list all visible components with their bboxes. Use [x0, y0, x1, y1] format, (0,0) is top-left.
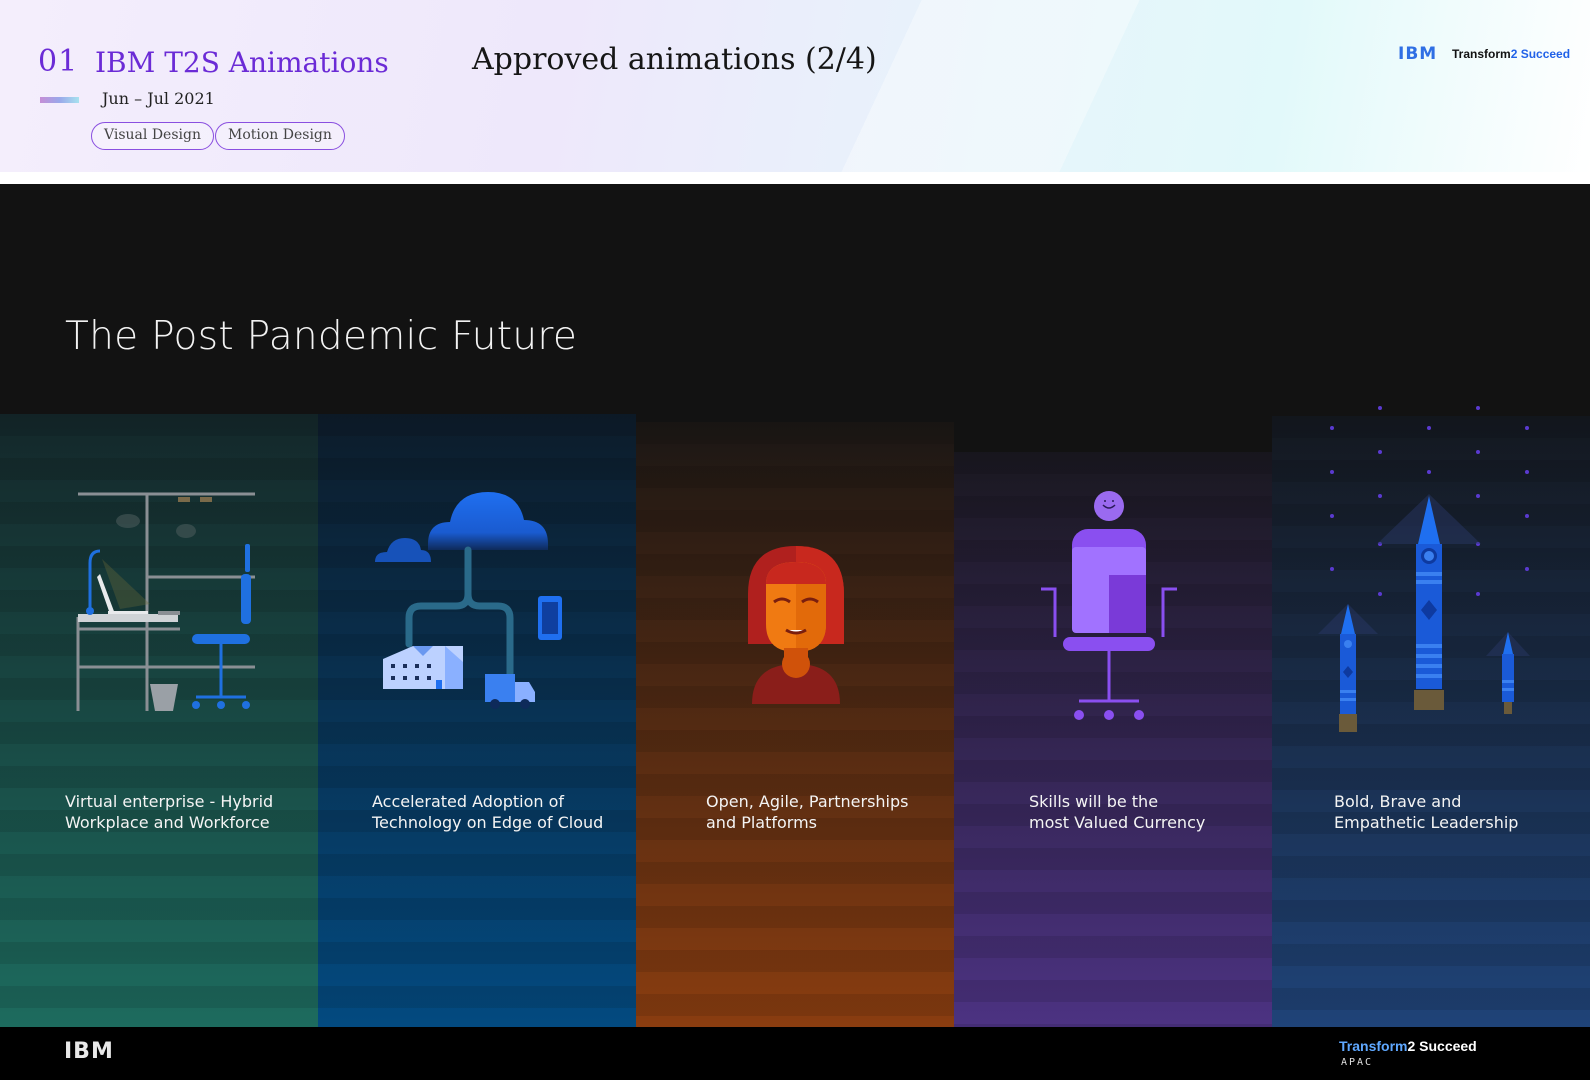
- tag-visual-design: Visual Design: [91, 122, 214, 150]
- tag-motion-design: Motion Design: [215, 122, 345, 150]
- project-number: 01: [38, 44, 79, 79]
- column-caption: Open, Agile, Partnerships and Platforms: [706, 792, 909, 832]
- cloud-network-icon: [375, 492, 562, 709]
- column-partnerships: Open, Agile, Partnerships and Platforms: [636, 184, 954, 1027]
- region-label: APAC: [1341, 1057, 1374, 1068]
- column-leadership: Bold, Brave and Empathetic Leadership: [1272, 184, 1590, 1027]
- ibm-logo: IBM: [64, 1039, 114, 1064]
- logo-transform-text: Transform: [1452, 47, 1511, 61]
- logo-succeed-text: 2 Succeed: [1510, 47, 1571, 61]
- column-caption: Virtual enterprise - Hybrid Workplace an…: [65, 792, 274, 832]
- transform-to-succeed-logo: Transform2 Succeed: [1452, 47, 1570, 61]
- gradient-accent-bar: [40, 97, 79, 103]
- slide-heading: The Post Pandemic Future: [65, 314, 578, 359]
- person-portrait-icon: [748, 546, 844, 704]
- ibm-logo: IBM: [1398, 44, 1438, 64]
- logo-transform-text: Transform: [1339, 1038, 1408, 1054]
- column-skills: Skills will be the most Valued Currency: [954, 184, 1272, 1027]
- project-title: IBM T2S Animations: [95, 46, 389, 79]
- header: 01 IBM T2S Animations Jun – Jul 2021 Vis…: [0, 0, 1590, 184]
- office-chair-icon: [1041, 491, 1177, 720]
- date-range: Jun – Jul 2021: [102, 89, 215, 108]
- header-divider: [0, 172, 1590, 184]
- column-hybrid-workplace: Virtual enterprise - Hybrid Workplace an…: [0, 184, 318, 1027]
- column-background: [636, 422, 954, 1027]
- home-office-desk-icon: [76, 492, 255, 711]
- column-cloud-technology: Accelerated Adoption of Technology on Ed…: [318, 184, 636, 1027]
- transform-to-succeed-logo: Transform2 Succeed: [1339, 1038, 1477, 1054]
- slide-title: Approved animations (2/4): [472, 42, 877, 77]
- column-caption: Skills will be the most Valued Currency: [1029, 792, 1206, 832]
- column-caption: Accelerated Adoption of Technology on Ed…: [372, 792, 604, 832]
- column-caption: Bold, Brave and Empathetic Leadership: [1334, 792, 1519, 832]
- logo-succeed-text: 2 Succeed: [1407, 1038, 1477, 1054]
- rockets-icon: [1318, 406, 1530, 732]
- animation-slide: The Post Pandemic Future Virtual enterpr…: [0, 184, 1590, 1027]
- footer: IBM Transform2 Succeed APAC: [0, 1027, 1590, 1080]
